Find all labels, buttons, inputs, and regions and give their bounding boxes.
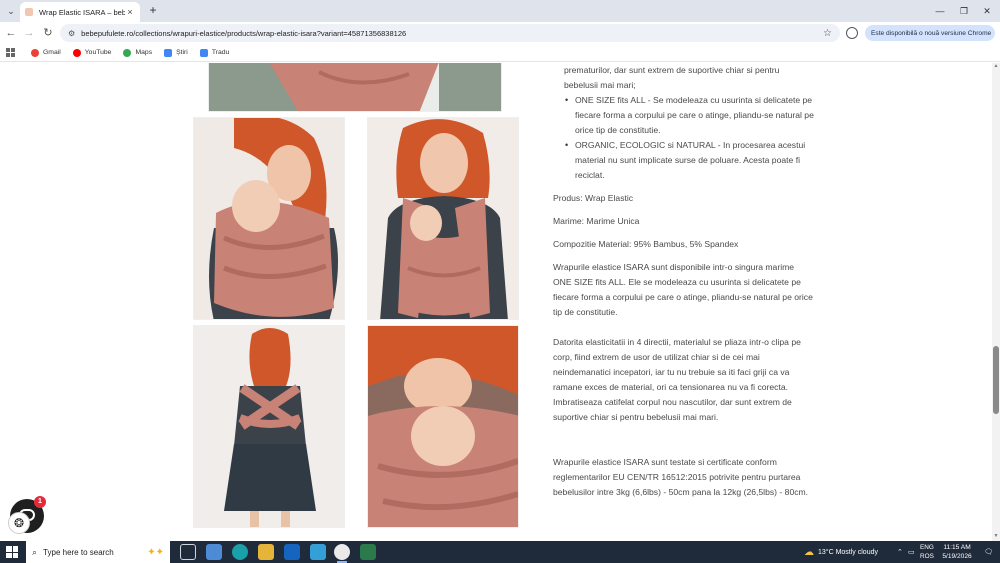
site-info-icon[interactable]: ⚙: [68, 29, 75, 38]
lang-top: ENG: [920, 544, 934, 551]
profile-avatar-icon[interactable]: [846, 27, 858, 39]
weather-widget[interactable]: ☁ 13°C Mostly cloudy: [804, 541, 878, 563]
product-photo-4[interactable]: [367, 325, 519, 528]
update-label: Este disponibilă o nouă versiune Chrome: [871, 29, 992, 37]
language-indicator[interactable]: ENG ROS: [920, 543, 934, 561]
product-photo-3[interactable]: [193, 325, 345, 528]
reload-icon[interactable]: ↻: [41, 26, 55, 40]
bookmark-youtube[interactable]: YouTube: [72, 48, 112, 57]
apps-grid-icon[interactable]: [6, 48, 15, 57]
tray-chevron-icon[interactable]: ⌃: [897, 541, 903, 563]
spec-marime: Marime: Marime Unica: [553, 216, 640, 226]
file-explorer-icon[interactable]: [258, 544, 274, 560]
desc-line: bebelusii mai mari;: [564, 80, 636, 90]
chat-notification-badge: 1: [34, 496, 46, 508]
bookmark-star-icon[interactable]: ☆: [823, 28, 832, 39]
translate-icon: [199, 48, 208, 57]
chrome-icon[interactable]: [334, 544, 350, 563]
desc-paragraph: Wrapurile elastice ISARA sunt testate si…: [553, 457, 809, 497]
youtube-icon: [72, 48, 81, 57]
menu-dots-icon[interactable]: ⋮: [991, 28, 995, 39]
search-placeholder: Type here to search: [43, 547, 114, 557]
windows-start-icon[interactable]: [6, 546, 18, 558]
spec-produs: Produs: Wrap Elastic: [553, 193, 634, 203]
new-tab-button[interactable]: +: [146, 4, 160, 18]
tab-strip: ⌄ Wrap Elastic ISARA – bebepuf... × + — …: [0, 0, 1000, 22]
maps-pin-icon: [123, 48, 132, 57]
outlook-icon[interactable]: [284, 544, 300, 560]
address-bar[interactable]: ⚙ bebepufulete.ro/collections/wrapuri-el…: [60, 24, 840, 42]
spec-compozitie: Compozitie Material: 95% Bambus, 5% Span…: [553, 239, 739, 249]
product-photo-2[interactable]: [367, 117, 519, 320]
desc-paragraph: Wrapurile elastice ISARA sunt disponibil…: [553, 262, 813, 317]
network-icon[interactable]: ▭: [908, 541, 915, 563]
news-icon: [164, 48, 173, 57]
bookmark-label: Știri: [176, 49, 188, 56]
cookie-settings-icon[interactable]: ❂: [8, 512, 30, 534]
store-icon[interactable]: [310, 544, 326, 560]
search-icon: ⌕: [32, 546, 38, 557]
bookmark-label: Maps: [135, 49, 153, 56]
desc-line: prematurilor, dar sunt extrem de suporti…: [564, 65, 780, 75]
clock-time: 11:15 AM: [943, 544, 971, 551]
bookmark-label: YouTube: [84, 49, 112, 56]
back-arrow-icon[interactable]: ←: [4, 26, 18, 40]
site-favicon-icon: [25, 8, 33, 16]
bookmark-stiri[interactable]: Știri: [164, 48, 188, 57]
bookmark-label: Tradu: [211, 49, 230, 56]
gmail-icon: [31, 48, 39, 57]
product-photo-1[interactable]: [193, 117, 345, 320]
url-text: bebepufulete.ro/collections/wrapuri-elas…: [81, 28, 407, 38]
copilot-icon[interactable]: [206, 544, 222, 560]
lang-bottom: ROS: [920, 553, 934, 560]
feature-item: ORGANIC, ECOLOGIC si NATURAL - In proces…: [553, 138, 815, 183]
bookmarks-bar: Gmail YouTube Maps Știri Tradu: [0, 44, 1000, 62]
notifications-icon[interactable]: 🗨: [984, 541, 993, 563]
scroll-up-icon[interactable]: ▲: [992, 63, 1000, 71]
task-view-icon[interactable]: [180, 544, 196, 560]
tab-search-chevron-icon[interactable]: ⌄: [4, 4, 18, 18]
scroll-down-icon[interactable]: ▼: [992, 533, 1000, 541]
feature-item: ONE SIZE fits ALL - Se modeleaza cu usur…: [553, 93, 815, 138]
bookmark-tradu[interactable]: Tradu: [199, 48, 230, 57]
product-description: prematurilor, dar sunt extrem de suporti…: [553, 63, 815, 500]
page-viewport: prematurilor, dar sunt extrem de suporti…: [0, 63, 992, 541]
feature-list: ONE SIZE fits ALL - Se modeleaza cu usur…: [553, 93, 815, 183]
cloud-icon: ☁: [804, 546, 814, 558]
clock-date: 5/19/2026: [942, 553, 972, 560]
bookmark-label: Gmail: [43, 49, 61, 56]
scrollbar-thumb[interactable]: [993, 346, 999, 414]
restore-icon[interactable]: ❐: [954, 3, 974, 19]
weather-text: 13°C Mostly cloudy: [818, 548, 878, 556]
bookmark-maps[interactable]: Maps: [123, 48, 153, 57]
chrome-update-button[interactable]: Este disponibilă o nouă versiune Chrome …: [865, 25, 995, 41]
tab-close-icon[interactable]: ×: [125, 7, 135, 17]
browser-tab[interactable]: Wrap Elastic ISARA – bebepuf... ×: [20, 2, 140, 22]
product-photo-top[interactable]: [208, 63, 502, 112]
minimize-icon[interactable]: —: [930, 3, 950, 19]
taskbar-search-box[interactable]: ⌕ Type here to search ✦✦: [26, 541, 170, 563]
close-window-icon[interactable]: ✕: [977, 3, 997, 19]
search-highlight-icon: ✦✦: [147, 546, 164, 558]
calculator-icon[interactable]: [360, 544, 376, 560]
browser-toolbar: ← → ↻ ⚙ bebepufulete.ro/collections/wrap…: [0, 22, 1000, 44]
bookmark-gmail[interactable]: Gmail: [31, 48, 61, 57]
page-scrollbar[interactable]: ▲ ▼: [992, 63, 1000, 541]
forward-arrow-icon[interactable]: →: [22, 26, 36, 40]
taskbar-clock[interactable]: 11:15 AM 5/19/2026: [940, 543, 974, 561]
windows-taskbar: ⌕ Type here to search ✦✦ ☁ 13°C Mostly c…: [0, 541, 1000, 563]
desc-paragraph: Datorita elasticitatii in 4 directii, ma…: [553, 337, 801, 422]
edge-icon[interactable]: [232, 544, 248, 560]
tab-title: Wrap Elastic ISARA – bebepuf...: [39, 7, 125, 17]
